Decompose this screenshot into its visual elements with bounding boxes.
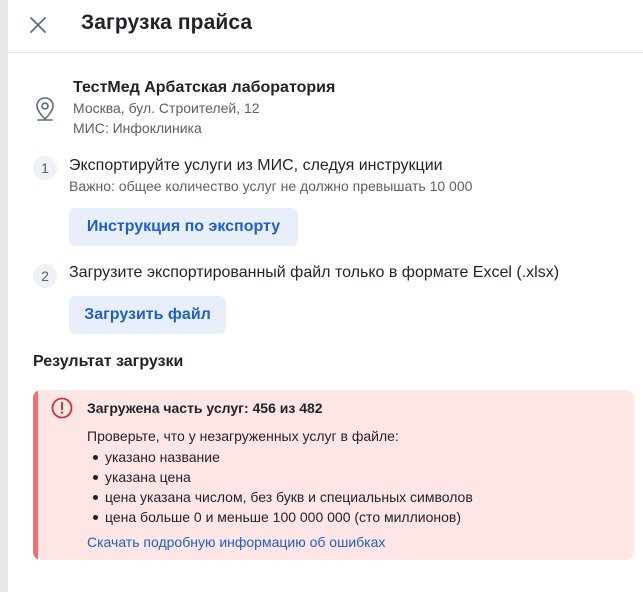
step-note: Важно: общее количество услуг не должно … bbox=[69, 178, 473, 194]
location-pin-icon bbox=[34, 96, 56, 122]
check-item-text: указана цена bbox=[105, 469, 191, 485]
clinic-name: ТестМед Арбатская лаборатория bbox=[73, 79, 336, 96]
upload-file-button[interactable]: Загрузить файл bbox=[69, 296, 226, 334]
check-list: указано название указана цена цена указа… bbox=[87, 447, 473, 527]
step-title: Экспортируйте услуги из МИС, следуя инст… bbox=[69, 157, 443, 174]
page-title: Загрузка прайса bbox=[81, 11, 253, 34]
alert-accent-bar bbox=[33, 390, 38, 560]
close-icon bbox=[30, 17, 46, 33]
check-item: указана цена bbox=[87, 467, 473, 487]
step-title: Загрузите экспортированный файл только в… bbox=[69, 264, 560, 281]
bullet bbox=[93, 515, 98, 520]
drawer-header: Загрузка прайса bbox=[8, 0, 643, 53]
close-button[interactable] bbox=[26, 13, 50, 37]
check-item-text: цена больше 0 и меньше 100 000 000 (сто … bbox=[105, 509, 461, 525]
error-icon bbox=[51, 397, 73, 419]
clinic-mis: МИС: Инфоклиника bbox=[73, 120, 202, 136]
alert-intro: Проверьте, что у незагруженных услуг в ф… bbox=[87, 428, 399, 444]
export-instruction-button[interactable]: Инструкция по экспорту bbox=[69, 208, 298, 246]
bullet bbox=[93, 455, 98, 460]
clinic-address: Москва, бул. Строителей, 12 bbox=[73, 100, 260, 116]
bullet bbox=[93, 495, 98, 500]
check-item-text: указано название bbox=[105, 449, 220, 465]
backdrop-strip bbox=[0, 0, 8, 592]
step-number: 2 bbox=[33, 264, 57, 288]
check-item: цена указана числом, без букв и специаль… bbox=[87, 487, 473, 507]
alert-title: Загружена часть услуг: 456 из 482 bbox=[87, 400, 323, 416]
check-item: указано название bbox=[87, 447, 473, 467]
upload-price-drawer: Загрузка прайса ТестМед Арбатская лабора… bbox=[8, 0, 643, 592]
result-heading: Результат загрузки bbox=[33, 353, 184, 370]
download-error-details-link[interactable]: Скачать подробную информацию об ошибках bbox=[87, 534, 385, 550]
step-number: 1 bbox=[33, 156, 57, 180]
check-item-text: цена указана числом, без букв и специаль… bbox=[105, 489, 473, 505]
upload-error-alert: Загружена часть услуг: 456 из 482 Провер… bbox=[33, 390, 634, 560]
check-item: цена больше 0 и меньше 100 000 000 (сто … bbox=[87, 507, 473, 527]
bullet bbox=[93, 475, 98, 480]
